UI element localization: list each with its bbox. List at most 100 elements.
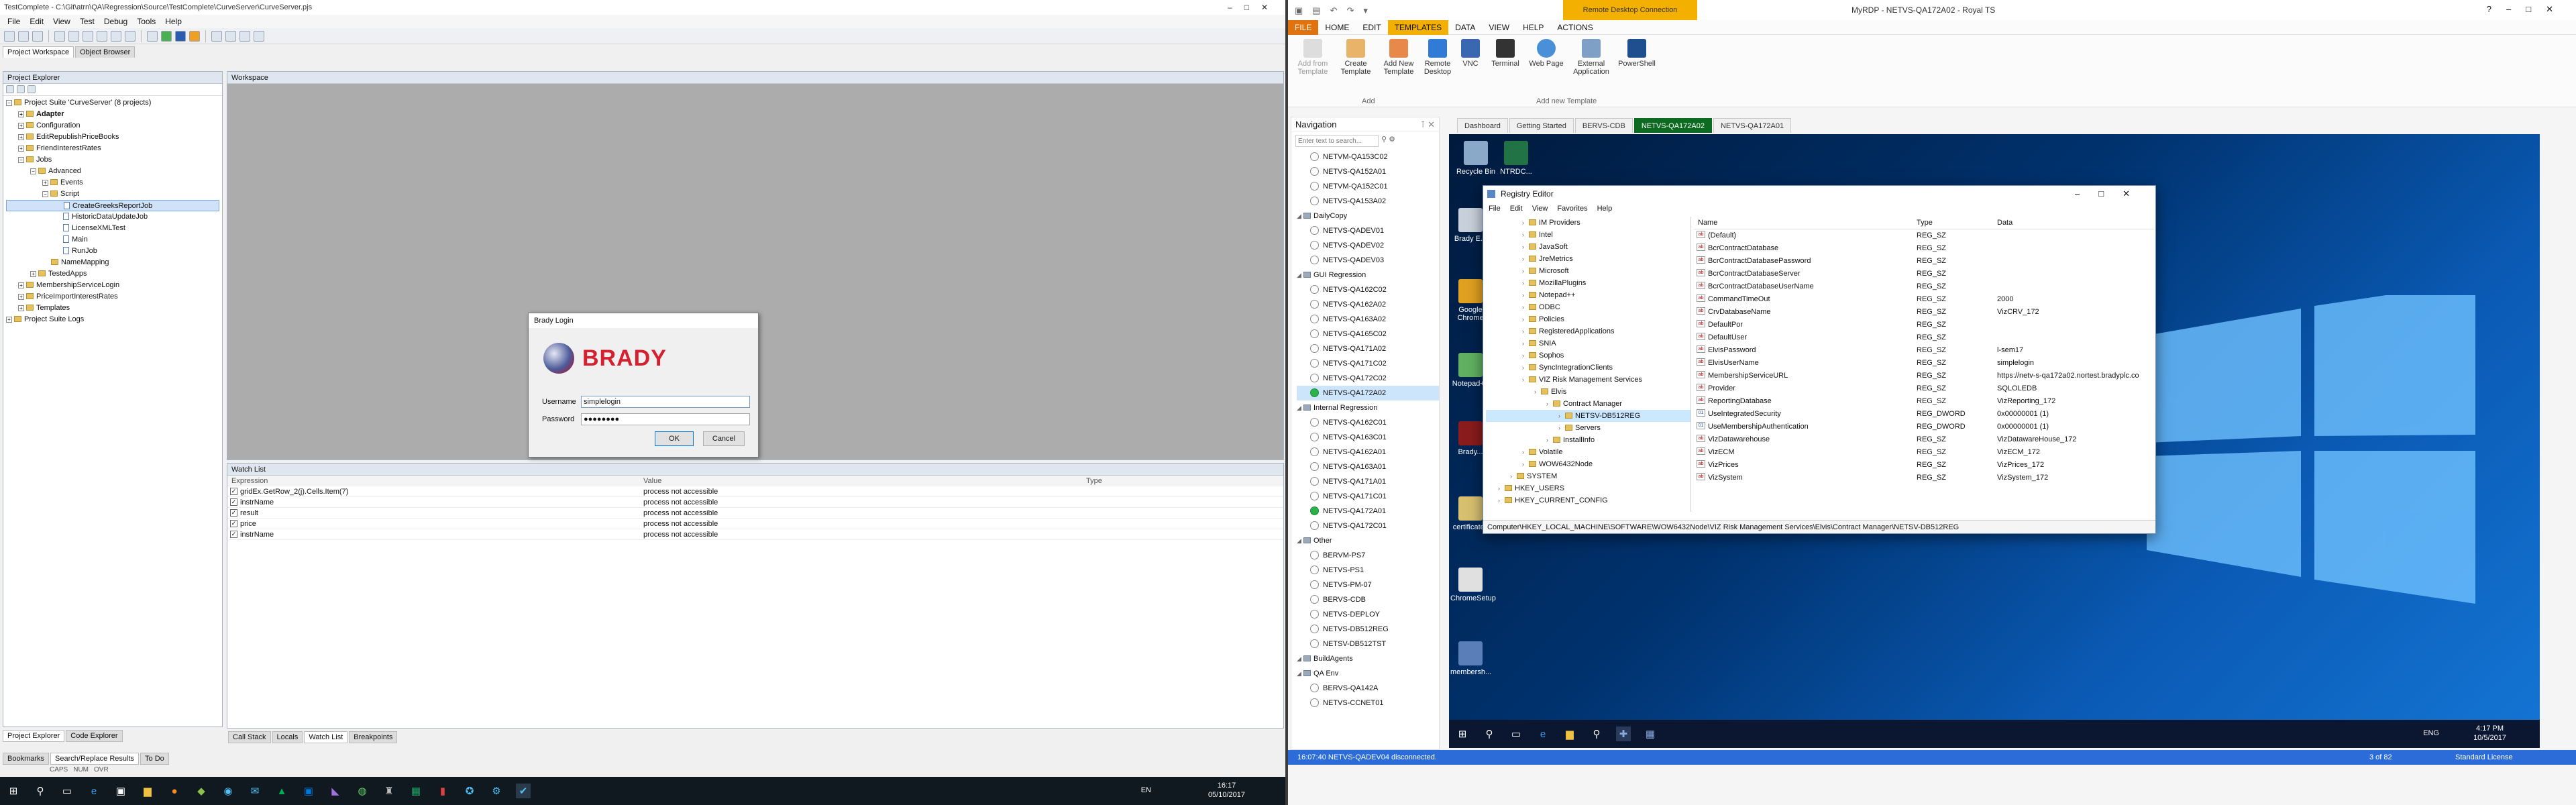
password-input[interactable]: ●●●●●●●● — [581, 413, 750, 425]
nav-item[interactable]: NETVM-QA153C02 — [1297, 150, 1439, 164]
expander-icon[interactable]: › — [1522, 337, 1529, 350]
step-into-icon[interactable] — [211, 30, 222, 42]
nav-item[interactable]: ◢ BuildAgents — [1297, 651, 1439, 666]
task-view-icon[interactable]: ▭ — [1509, 727, 1523, 741]
save-icon[interactable] — [32, 30, 43, 42]
remote-lang[interactable]: ENG — [2423, 729, 2439, 737]
reg-key[interactable]: › InstallInfo — [1486, 434, 1690, 446]
reg-key[interactable]: › HKEY_CURRENT_CONFIG — [1486, 494, 1690, 506]
tree-item[interactable]: − Advanced — [6, 166, 219, 177]
reg-key[interactable]: › SYSTEM — [1486, 470, 1690, 482]
terminal-button[interactable]: Terminal — [1487, 39, 1524, 107]
reg-key[interactable]: › ODBC — [1486, 301, 1690, 313]
explorer-tool-icon[interactable] — [28, 85, 36, 93]
expander-icon[interactable]: + — [18, 305, 24, 311]
cancel-button[interactable]: Cancel — [703, 431, 745, 446]
nav-item[interactable]: BERVM-PS7 — [1297, 548, 1439, 563]
col-data[interactable]: Data — [1997, 217, 2154, 229]
reg-key[interactable]: › Microsoft — [1486, 265, 1690, 277]
window-layout-icon[interactable] — [239, 30, 250, 42]
nav-item[interactable]: NETVS-QA162C01 — [1297, 415, 1439, 430]
powershell-button[interactable]: PowerShell — [1615, 39, 1658, 107]
nav-item[interactable]: NETVS-CCNET01 — [1297, 696, 1439, 710]
nav-item[interactable]: NETSV-DB512TST — [1297, 637, 1439, 651]
watch-enabled-checkbox[interactable]: ✓ — [230, 531, 237, 538]
expander-icon[interactable]: › — [1522, 301, 1529, 313]
menu-debug[interactable]: Debug — [99, 17, 132, 26]
app-icon[interactable]: ◆ — [194, 784, 209, 798]
reg-value-row[interactable]: ab (Default) REG_SZ — [1694, 229, 2154, 242]
reg-key[interactable]: › Elvis — [1486, 386, 1690, 398]
nav-item[interactable]: NETVS-DB512REG — [1297, 622, 1439, 637]
remote-clock[interactable]: 4:17 PM 10/5/2017 — [2473, 724, 2506, 743]
expander-icon[interactable]: − — [18, 157, 24, 163]
reg-key[interactable]: › SyncIntegrationClients — [1486, 362, 1690, 374]
external-application-button[interactable]: External Application — [1568, 39, 1614, 107]
expander-icon[interactable]: ◢ — [1297, 400, 1303, 415]
expander-icon[interactable]: › — [1522, 241, 1529, 253]
expander-icon[interactable]: + — [18, 146, 24, 152]
col-name[interactable]: Name — [1694, 217, 1917, 229]
tree-item[interactable]: + TestedApps — [6, 268, 219, 280]
expander-icon[interactable]: ◢ — [1297, 209, 1303, 223]
reg-key[interactable]: › Intel — [1486, 229, 1690, 241]
step-over-icon[interactable] — [225, 30, 236, 42]
ribbon-tab-edit[interactable]: EDIT — [1356, 23, 1387, 32]
ribbon-tab-file[interactable]: FILE — [1288, 19, 1319, 35]
col-value[interactable]: Value — [643, 476, 1086, 486]
nav-search-input[interactable] — [1295, 135, 1379, 147]
expander-icon[interactable]: + — [18, 123, 24, 129]
expander-icon[interactable]: + — [18, 282, 24, 288]
nav-item[interactable]: NETVS-PS1 — [1297, 563, 1439, 578]
username-input[interactable]: simplelogin — [581, 396, 750, 408]
menu-help[interactable]: Help — [160, 17, 186, 26]
reg-value-row[interactable]: ab ReportingDatabase REG_SZ VizReporting_17… — [1694, 395, 2154, 408]
expander-icon[interactable]: + — [42, 180, 48, 186]
record-icon[interactable] — [147, 30, 158, 42]
doc-tab[interactable]: Dashboard — [1457, 118, 1508, 133]
expander-icon[interactable]: › — [1522, 289, 1529, 301]
expander-icon[interactable]: › — [1522, 217, 1529, 229]
col-expression[interactable]: Expression — [227, 476, 643, 486]
watch-enabled-checkbox[interactable]: ✓ — [230, 520, 237, 527]
col-type[interactable]: Type — [1917, 217, 1997, 229]
expander-icon[interactable]: › — [1522, 446, 1529, 458]
vnc-button[interactable]: VNC — [1456, 39, 1485, 107]
tab-project-workspace[interactable]: Project Workspace — [3, 46, 74, 58]
tree-item[interactable]: − Project Suite 'CurveServer' (8 projects… — [6, 97, 219, 109]
nav-item[interactable]: ◢ QA Env — [1297, 666, 1439, 681]
expander-icon[interactable]: › — [1534, 386, 1541, 398]
expander-icon[interactable]: ◢ — [1297, 651, 1303, 666]
options-icon[interactable] — [254, 30, 264, 42]
expander-icon[interactable]: + — [6, 317, 12, 323]
nav-item[interactable]: NETVS-QA172C02 — [1297, 371, 1439, 386]
reg-key[interactable]: › Sophos — [1486, 350, 1690, 362]
reg-key[interactable]: › VIZ Risk Management Services — [1486, 374, 1690, 386]
ribbon-tab-templates[interactable]: TEMPLATES — [1387, 19, 1449, 35]
app-icon[interactable]: ◍ — [355, 784, 370, 798]
expander-icon[interactable]: › — [1522, 374, 1529, 386]
tree-item[interactable]: + Events — [6, 177, 219, 189]
nav-item[interactable]: NETVS-QA162A02 — [1297, 297, 1439, 312]
doc-tab[interactable]: NETVS-QA172A01 — [1713, 118, 1792, 133]
nav-item[interactable]: NETVS-QA152A01 — [1297, 164, 1439, 179]
reg-key[interactable]: › JreMetrics — [1486, 253, 1690, 265]
reg-key[interactable]: › SNIA — [1486, 337, 1690, 350]
tab-call-stack[interactable]: Call Stack — [228, 731, 271, 743]
reg-value-row[interactable]: ab VizDatawarehouse REG_SZ VizDatawareHouse… — [1694, 433, 2154, 446]
nav-item[interactable]: NETVS-QADEV01 — [1297, 223, 1439, 238]
nav-item[interactable]: ◢ DailyCopy — [1297, 209, 1439, 223]
regedit-menu-edit[interactable]: Edit — [1510, 202, 1523, 215]
nav-item[interactable]: NETVS-QA171A02 — [1297, 341, 1439, 356]
start-icon[interactable]: ⊞ — [1455, 727, 1470, 741]
tree-item[interactable]: + FriendInterestRates — [6, 143, 219, 154]
expander-icon[interactable]: + — [30, 271, 36, 277]
menu-edit[interactable]: Edit — [25, 17, 48, 26]
nav-item[interactable]: NETVS-QA162A01 — [1297, 445, 1439, 460]
nav-item[interactable]: NETVS-DEPLOY — [1297, 607, 1439, 622]
reg-key[interactable]: › Contract Manager — [1486, 398, 1690, 410]
reg-key[interactable]: › NETSV-DB512REG — [1486, 410, 1690, 422]
tree-item[interactable]: + EditRepublishPriceBooks — [6, 131, 219, 143]
ribbon-tab-help[interactable]: HELP — [1516, 23, 1550, 32]
regedit-icon[interactable]: ✚ — [1616, 727, 1631, 741]
